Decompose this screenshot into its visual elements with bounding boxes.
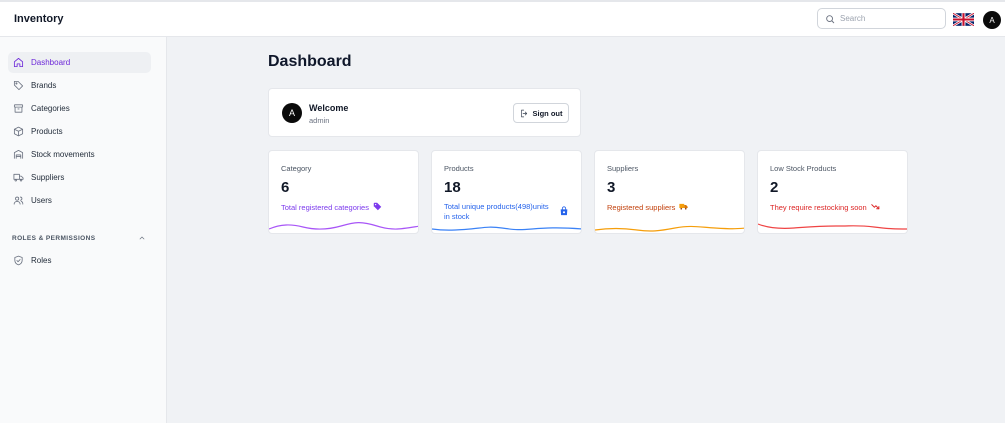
package-icon	[13, 126, 24, 137]
shopping-bag-icon	[560, 206, 568, 216]
sidebar-item-label: Dashboard	[31, 58, 71, 67]
shield-icon	[14, 255, 23, 266]
stat-note: Registered suppliers	[607, 202, 735, 213]
sidebar: Dashboard Brands Categories Products Sto…	[0, 37, 167, 423]
roles-permissions-section[interactable]: ROLES & PERMISSIONS	[12, 234, 146, 242]
sparkline-wave	[269, 222, 418, 230]
page-title: Dashboard	[268, 53, 352, 70]
trending-down-icon	[871, 204, 880, 210]
archive-icon	[13, 104, 24, 113]
sparkline-wave	[432, 226, 581, 231]
stat-label: Suppliers	[607, 164, 639, 173]
welcome-username: admin	[309, 116, 330, 125]
search-icon	[826, 14, 835, 23]
sidebar-item-label: Roles	[31, 256, 52, 265]
welcome-card: A Welcome admin Sign out	[268, 88, 581, 137]
stat-note: They require restocking soon	[770, 202, 898, 213]
sidebar-item-categories[interactable]: Categories	[8, 98, 151, 119]
truck-icon	[679, 203, 689, 210]
welcome-title: Welcome	[309, 103, 349, 113]
stat-card-low-stock: Low Stock Products 2 They require restoc…	[757, 150, 908, 234]
sign-out-label: Sign out	[532, 108, 563, 118]
app-title[interactable]: Inventory	[14, 13, 64, 25]
stat-label: Category	[281, 164, 312, 173]
sidebar-item-suppliers[interactable]: Suppliers	[8, 167, 151, 188]
sidebar-item-label: Users	[31, 196, 52, 205]
sidebar-item-users[interactable]: Users	[8, 190, 151, 211]
tag-icon	[373, 202, 382, 211]
top-bar: Inventory A	[0, 0, 1005, 37]
sidebar-item-brands[interactable]: Brands	[8, 75, 151, 96]
tag-icon	[13, 80, 24, 91]
sidebar-item-label: Stock movements	[31, 150, 95, 159]
user-avatar[interactable]: A	[983, 11, 1001, 29]
sign-out-button[interactable]: Sign out	[513, 103, 569, 123]
sparkline-wave	[595, 225, 744, 232]
stat-card-products: Products 18 Total unique products(498)un…	[431, 150, 582, 234]
stat-value: 2	[770, 179, 779, 196]
search-box[interactable]	[817, 8, 946, 29]
stat-note-text: Registered suppliers	[607, 203, 676, 212]
search-input[interactable]	[840, 14, 940, 23]
stat-value: 3	[607, 179, 616, 196]
stat-card-category: Category 6 Total registered categories	[268, 150, 419, 234]
stat-note: Total registered categories	[281, 202, 409, 213]
sign-out-icon	[520, 109, 527, 117]
sidebar-item-dashboard[interactable]: Dashboard	[8, 52, 151, 73]
uk-flag-icon[interactable]	[953, 13, 974, 26]
warehouse-icon	[13, 149, 24, 159]
home-icon	[13, 57, 24, 68]
sidebar-item-products[interactable]: Products	[8, 121, 151, 142]
sidebar-item-stock-movements[interactable]: Stock movements	[8, 144, 151, 165]
sparkline-wave	[758, 223, 907, 230]
avatar: A	[282, 103, 302, 123]
chevron-up-icon[interactable]	[138, 234, 146, 242]
sidebar-item-label: Categories	[31, 104, 70, 113]
stat-value: 6	[281, 179, 290, 196]
sidebar-item-label: Suppliers	[31, 173, 65, 182]
sidebar-item-roles[interactable]: Roles	[8, 250, 151, 271]
stat-label: Products	[444, 164, 474, 173]
stat-value: 18	[444, 179, 461, 196]
stat-note-text: They require restocking soon	[770, 203, 867, 212]
users-icon	[13, 196, 24, 205]
sidebar-item-label: Brands	[31, 81, 57, 90]
stat-note-text: Total registered categories	[281, 203, 369, 212]
stat-card-suppliers: Suppliers 3 Registered suppliers	[594, 150, 745, 234]
sidebar-item-label: Products	[31, 127, 63, 136]
truck-icon	[13, 173, 24, 182]
section-title: ROLES & PERMISSIONS	[12, 234, 96, 242]
stat-label: Low Stock Products	[770, 164, 837, 173]
